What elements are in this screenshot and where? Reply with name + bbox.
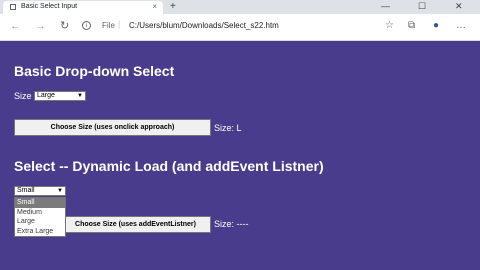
browser-toolbar: ← → ↻ i File | C:/Users/blum/Downloads/S… (0, 14, 480, 41)
size-label: Size (14, 91, 32, 101)
section2-heading: Select -- Dynamic Load (and addEvent Lis… (14, 158, 324, 174)
size-select[interactable]: Large ▼ (34, 91, 86, 101)
reload-icon[interactable]: ↻ (60, 20, 69, 32)
section1-heading: Basic Drop-down Select (14, 63, 175, 79)
favorite-star-icon[interactable]: ☆ (385, 20, 394, 31)
menu-icon[interactable]: … (456, 20, 466, 31)
address-url[interactable]: C:/Users/blum/Downloads/Select_s22.htm (129, 21, 279, 30)
close-tab-icon[interactable]: × (152, 2, 157, 11)
dropdown-option-medium[interactable]: Medium (15, 207, 65, 217)
new-tab-icon[interactable]: + (170, 1, 176, 12)
tab-title: Basic Select Input (21, 3, 78, 10)
address-scheme: File (102, 21, 115, 30)
profile-avatar-icon[interactable]: ● (433, 20, 439, 31)
browser-tab[interactable]: Basic Select Input × (3, 1, 163, 14)
dropdown-option-large[interactable]: Large (15, 217, 65, 227)
dropdown-option-extra-large[interactable]: Extra Large (15, 226, 65, 236)
dynamic-size-select[interactable]: Small ▼ (14, 186, 66, 196)
forward-icon[interactable]: → (35, 20, 46, 32)
minimize-icon[interactable]: — (381, 1, 390, 11)
page-content: Basic Drop-down Select Size Large ▼ Choo… (0, 41, 480, 270)
dynamic-select-value: Small (17, 187, 35, 194)
choose-size-onclick-button[interactable]: Choose Size (uses onclick approach) (14, 119, 211, 136)
address-separator: | (118, 20, 121, 29)
tab-strip: Basic Select Input × + — ☐ ✕ (0, 0, 480, 14)
collections-icon[interactable]: ⧉ (408, 20, 415, 31)
size-options-dropdown: Small Medium Large Extra Large (14, 197, 66, 237)
section1-result: Size: L (214, 123, 242, 133)
back-icon[interactable]: ← (10, 20, 21, 32)
section2-result: Size: ---- (214, 219, 249, 229)
chevron-down-icon: ▼ (57, 188, 63, 194)
chevron-down-icon: ▼ (77, 93, 83, 99)
dropdown-option-small[interactable]: Small (15, 198, 65, 208)
info-icon[interactable]: i (82, 21, 91, 30)
page-icon (10, 4, 16, 10)
window-close-icon[interactable]: ✕ (455, 1, 463, 12)
maximize-icon[interactable]: ☐ (418, 1, 426, 12)
address-bar[interactable]: i File | C:/Users/blum/Downloads/Select_… (80, 19, 380, 35)
size-select-value: Large (37, 92, 55, 99)
